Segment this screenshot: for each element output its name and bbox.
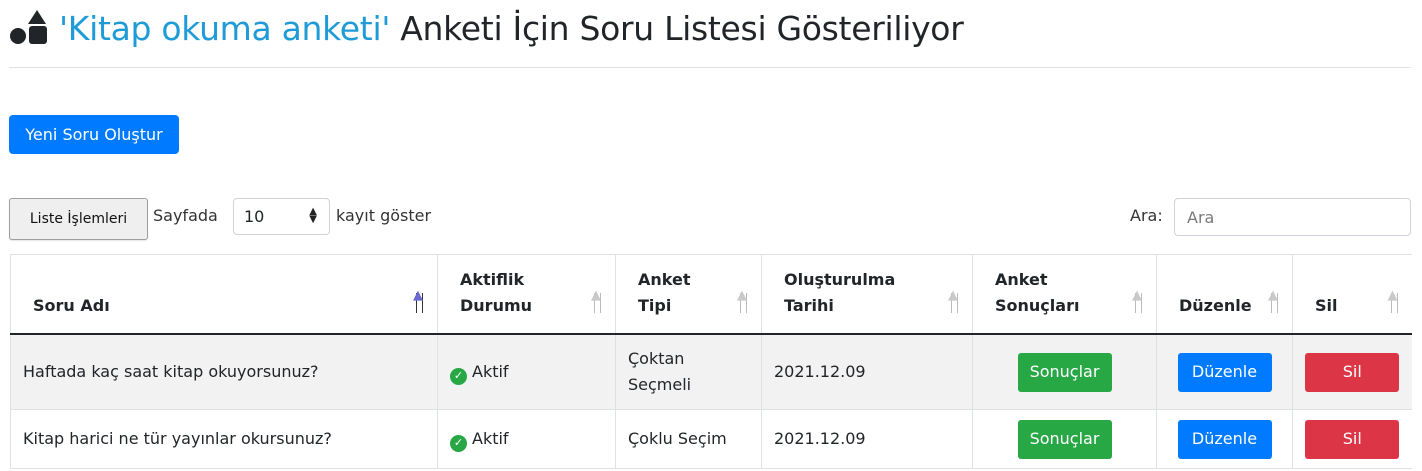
edit-button[interactable]: Düzenle bbox=[1177, 352, 1272, 392]
column-header-results[interactable]: Anket Sonuçları ▲ bbox=[972, 254, 1157, 335]
sort-asc-icon: ▲ bbox=[413, 289, 427, 315]
new-question-button[interactable]: Yeni Soru Oluştur bbox=[9, 115, 179, 154]
table-row: Haftada kaç saat kitap okuyorsunuz? ✓ Akt… bbox=[10, 334, 1412, 410]
question-cell: Haftada kaç saat kitap okuyorsunuz? bbox=[10, 334, 438, 410]
header-divider bbox=[9, 67, 1411, 68]
results-button[interactable]: Sonuçlar bbox=[1017, 352, 1112, 392]
edit-button[interactable]: Düzenle bbox=[1177, 419, 1272, 459]
shapes-icon bbox=[9, 8, 49, 48]
delete-button[interactable]: Sil bbox=[1305, 352, 1400, 392]
column-header-edit[interactable]: Düzenle ▲ bbox=[1156, 254, 1293, 335]
column-header-question[interactable]: Soru Adı ▲ bbox=[10, 254, 438, 335]
status-cell: ✓ Aktif bbox=[437, 409, 616, 469]
check-circle-icon: ✓ bbox=[450, 367, 467, 385]
column-header-status[interactable]: Aktiflik Durumu ▲ bbox=[437, 254, 616, 335]
type-cell: Çoktan Seçmeli bbox=[615, 334, 762, 410]
column-header-created-date[interactable]: Oluşturulma Tarihi ▲ bbox=[761, 254, 973, 335]
sort-icon: ▲ bbox=[591, 289, 605, 315]
table-row: Kitap harici ne tür yayınlar okursunuz? … bbox=[10, 409, 1412, 469]
status-cell: ✓ Aktif bbox=[437, 334, 616, 410]
questions-table: Soru Adı ▲ Aktiflik Durumu ▲ Anket Tipi ▲ … bbox=[10, 254, 1412, 469]
sort-icon: ▲ bbox=[1132, 289, 1146, 315]
question-cell: Kitap harici ne tür yayınlar okursunuz? bbox=[10, 409, 438, 469]
survey-name: 'Kitap okuma anketi' bbox=[59, 8, 391, 48]
page-title: 'Kitap okuma anketi' Anketi İçin Soru Li… bbox=[59, 8, 964, 48]
delete-button[interactable]: Sil bbox=[1305, 419, 1400, 459]
sort-icon: ▲ bbox=[1268, 289, 1282, 315]
per-page-value: 10 bbox=[244, 207, 265, 226]
per-page-label: Sayfada bbox=[153, 206, 218, 225]
column-header-label: Soru Adı bbox=[33, 296, 110, 315]
sort-icon: ▲ bbox=[1388, 289, 1402, 315]
sort-icon: ▲ bbox=[948, 289, 962, 315]
column-header-type[interactable]: Anket Tipi ▲ bbox=[615, 254, 762, 335]
page-header: 'Kitap okuma anketi' Anketi İçin Soru Li… bbox=[9, 4, 964, 52]
title-rest: Anketi İçin Soru Listesi Gösteriliyor bbox=[390, 8, 964, 48]
search-input[interactable] bbox=[1174, 198, 1411, 236]
per-page-select[interactable]: 10 ▲ ▼ bbox=[233, 198, 330, 235]
search-label: Ara: bbox=[1130, 206, 1163, 225]
select-updown-icon: ▲ ▼ bbox=[309, 206, 317, 225]
type-cell: Çoklu Seçim bbox=[615, 409, 762, 469]
list-operations-button[interactable]: Liste İşlemleri bbox=[9, 198, 148, 240]
results-button[interactable]: Sonuçlar bbox=[1017, 419, 1112, 459]
date-cell: 2021.12.09 bbox=[761, 409, 973, 469]
sort-icon: ▲ bbox=[737, 289, 751, 315]
check-circle-icon: ✓ bbox=[450, 434, 467, 452]
column-header-delete[interactable]: Sil ▲ bbox=[1292, 254, 1412, 335]
date-cell: 2021.12.09 bbox=[761, 334, 973, 410]
per-page-suffix: kayıt göster bbox=[336, 206, 432, 225]
